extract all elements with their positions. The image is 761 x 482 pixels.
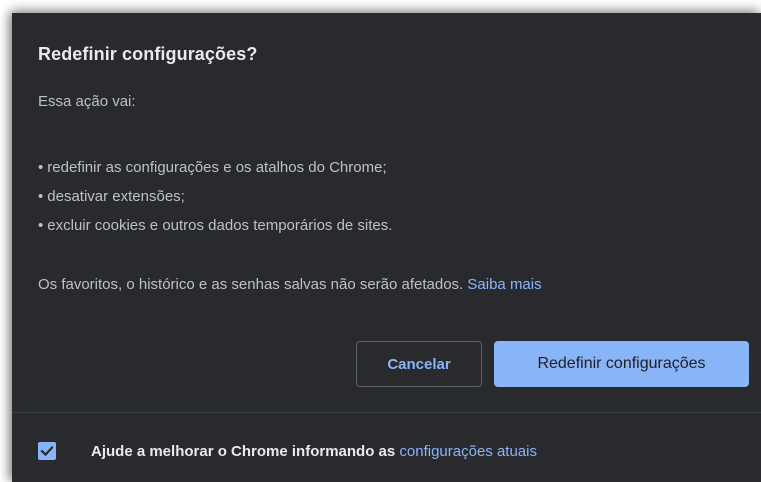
learn-more-link[interactable]: Saiba mais xyxy=(467,276,541,293)
reset-settings-button[interactable]: Redefinir configurações xyxy=(494,341,749,387)
report-settings-checkbox[interactable] xyxy=(38,442,56,460)
list-item: • desativar extensões; xyxy=(38,182,392,211)
bullet-glyph: • xyxy=(38,188,44,205)
list-item-text: excluir cookies e outros dados temporári… xyxy=(47,217,393,234)
list-item: • redefinir as configurações e os atalhos… xyxy=(38,153,392,182)
cancel-button[interactable]: Cancelar xyxy=(356,341,482,387)
footnote-text: Os favoritos, o histórico e as senhas sa… xyxy=(38,276,464,293)
dialog-intro: Essa ação vai: xyxy=(38,93,136,110)
checkmark-icon xyxy=(40,446,54,457)
divider xyxy=(12,412,761,413)
effects-list: • redefinir as configurações e os atalhos… xyxy=(38,153,392,240)
dialog-title: Redefinir configurações? xyxy=(38,44,258,64)
reset-settings-dialog: Redefinir configurações? Essa ação vai: … xyxy=(12,13,761,482)
checkbox-label: Ajude a melhorar o Chrome informando as … xyxy=(91,443,537,460)
checkbox-label-text: Ajude a melhorar o Chrome informando as xyxy=(91,442,396,460)
list-item-text: redefinir as configurações e os atalhos … xyxy=(47,159,387,176)
bullet-glyph: • xyxy=(38,159,44,176)
current-settings-link[interactable]: configurações atuais xyxy=(399,443,537,460)
list-item: • excluir cookies e outros dados temporár… xyxy=(38,211,392,240)
bullet-glyph: • xyxy=(38,217,44,234)
report-settings-option: Ajude a melhorar o Chrome informando as … xyxy=(38,442,537,460)
footnote: Os favoritos, o histórico e as senhas sa… xyxy=(38,276,542,293)
list-item-text: desativar extensões; xyxy=(47,188,185,205)
